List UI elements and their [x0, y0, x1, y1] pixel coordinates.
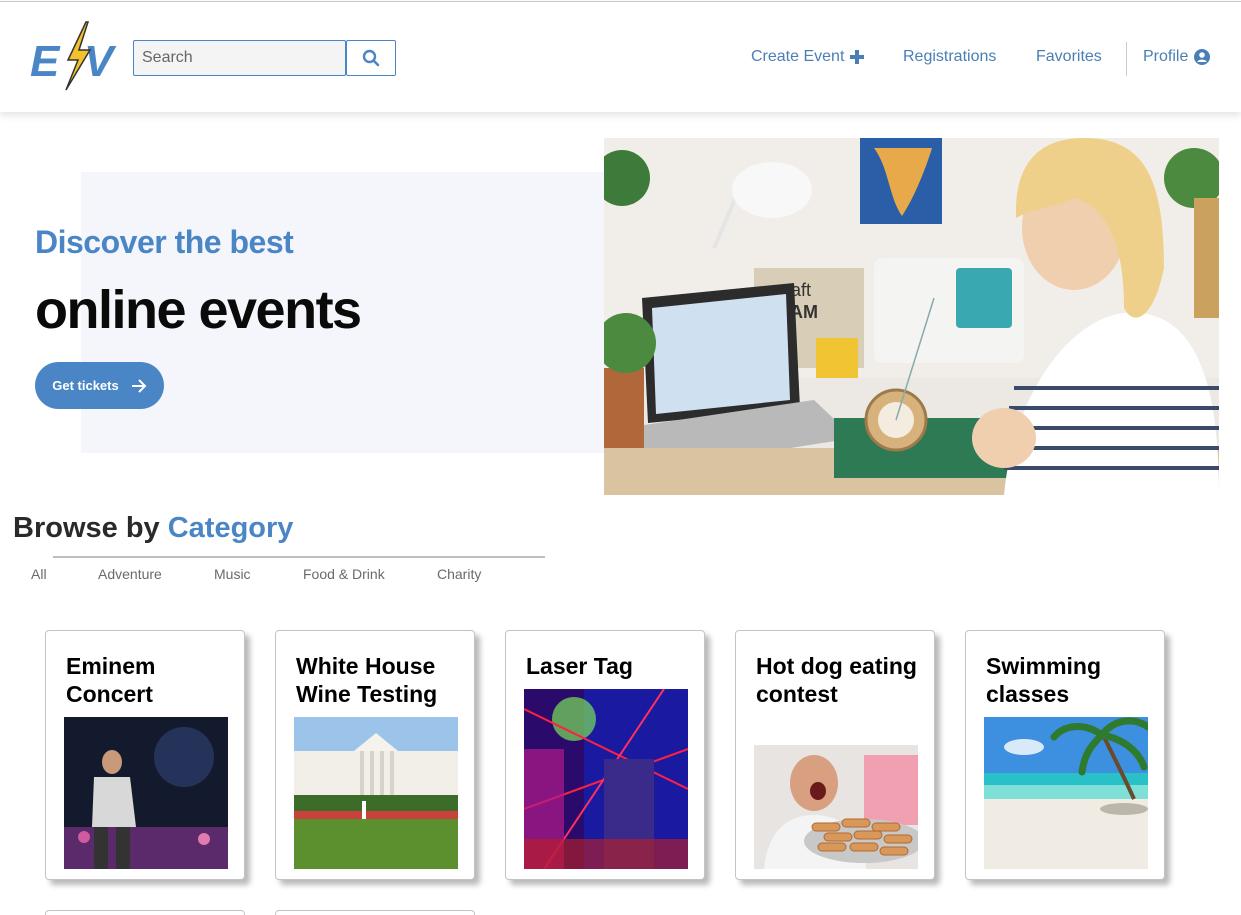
- create-event-link[interactable]: Create Event: [751, 48, 865, 66]
- category-tab-adventure[interactable]: Adventure: [98, 566, 162, 582]
- event-card-title: Eminem Concert: [66, 653, 156, 707]
- ev-logo[interactable]: E V: [28, 20, 120, 92]
- logo-mark: E V: [30, 21, 117, 91]
- category-divider: [53, 556, 545, 558]
- event-card-eminem[interactable]: Eminem Concert: [45, 630, 245, 880]
- category-tab-music[interactable]: Music: [214, 566, 251, 582]
- profile-link[interactable]: Profile: [1143, 48, 1211, 66]
- event-card-stub[interactable]: [45, 910, 245, 915]
- category-tab-charity[interactable]: Charity: [437, 566, 481, 582]
- registrations-link[interactable]: Registrations: [903, 48, 996, 66]
- create-event-label: Create Event: [751, 48, 845, 65]
- event-card-title: Laser Tag: [526, 653, 633, 679]
- top-navbar: E V Create Event Registrations Favorites…: [0, 1, 1241, 112]
- category-tab-food-drink[interactable]: Food & Drink: [303, 566, 385, 582]
- concert-photo: [64, 717, 228, 869]
- svg-text:V: V: [84, 37, 117, 86]
- event-card-title: Hot dog eating contest: [756, 653, 917, 707]
- browse-heading-accent: Category: [167, 512, 294, 544]
- beach-photo: [984, 717, 1148, 869]
- browse-heading: Browse by Category: [13, 512, 293, 545]
- hot-dog-contest-photo: [754, 745, 918, 869]
- event-card-laser-tag[interactable]: Laser Tag: [505, 630, 705, 880]
- profile-label: Profile: [1143, 48, 1189, 65]
- nav-divider: [1126, 42, 1127, 76]
- search-icon: [362, 49, 380, 67]
- event-card-white-house[interactable]: White House Wine Testing: [275, 630, 475, 880]
- registrations-label: Registrations: [903, 48, 997, 65]
- category-tab-all[interactable]: All: [31, 566, 47, 582]
- get-tickets-button[interactable]: Get tickets: [35, 362, 164, 409]
- search-button[interactable]: [346, 40, 396, 76]
- hero-subtitle: Discover the best: [35, 224, 294, 260]
- favorites-label: Favorites: [1036, 48, 1102, 65]
- laser-tag-photo: [524, 689, 688, 869]
- favorites-link[interactable]: Favorites: [1036, 48, 1102, 66]
- event-card-title: Swimming classes: [986, 653, 1102, 707]
- photo-credit-brand: CraftJam /: [1052, 470, 1102, 481]
- white-house-photo: [294, 717, 458, 869]
- event-card-swimming[interactable]: Swimming classes: [965, 630, 1165, 880]
- browse-heading-prefix: Browse by: [13, 512, 160, 544]
- arrow-right-icon: [131, 378, 147, 393]
- plus-icon: [850, 50, 865, 64]
- user-circle-icon: [1194, 49, 1211, 65]
- hero-title: online events: [35, 280, 362, 340]
- photo-credit-text: Photo by Izzy Dow: [1101, 470, 1187, 481]
- event-card-stub[interactable]: [275, 910, 475, 915]
- photo-credit-caption: CraftJam / Photo by Izzy Dow: [1053, 470, 1188, 481]
- craft-scene-illustration: craft JAM: [604, 138, 1219, 495]
- search-input[interactable]: [133, 40, 346, 76]
- event-card-title: White House Wine Testing: [296, 653, 438, 707]
- get-tickets-label: Get tickets: [52, 378, 119, 393]
- hero-craft-photo: craft JAM: [604, 138, 1219, 495]
- event-card-hot-dog[interactable]: Hot dog eating contest: [735, 630, 935, 880]
- svg-text:E: E: [30, 37, 61, 86]
